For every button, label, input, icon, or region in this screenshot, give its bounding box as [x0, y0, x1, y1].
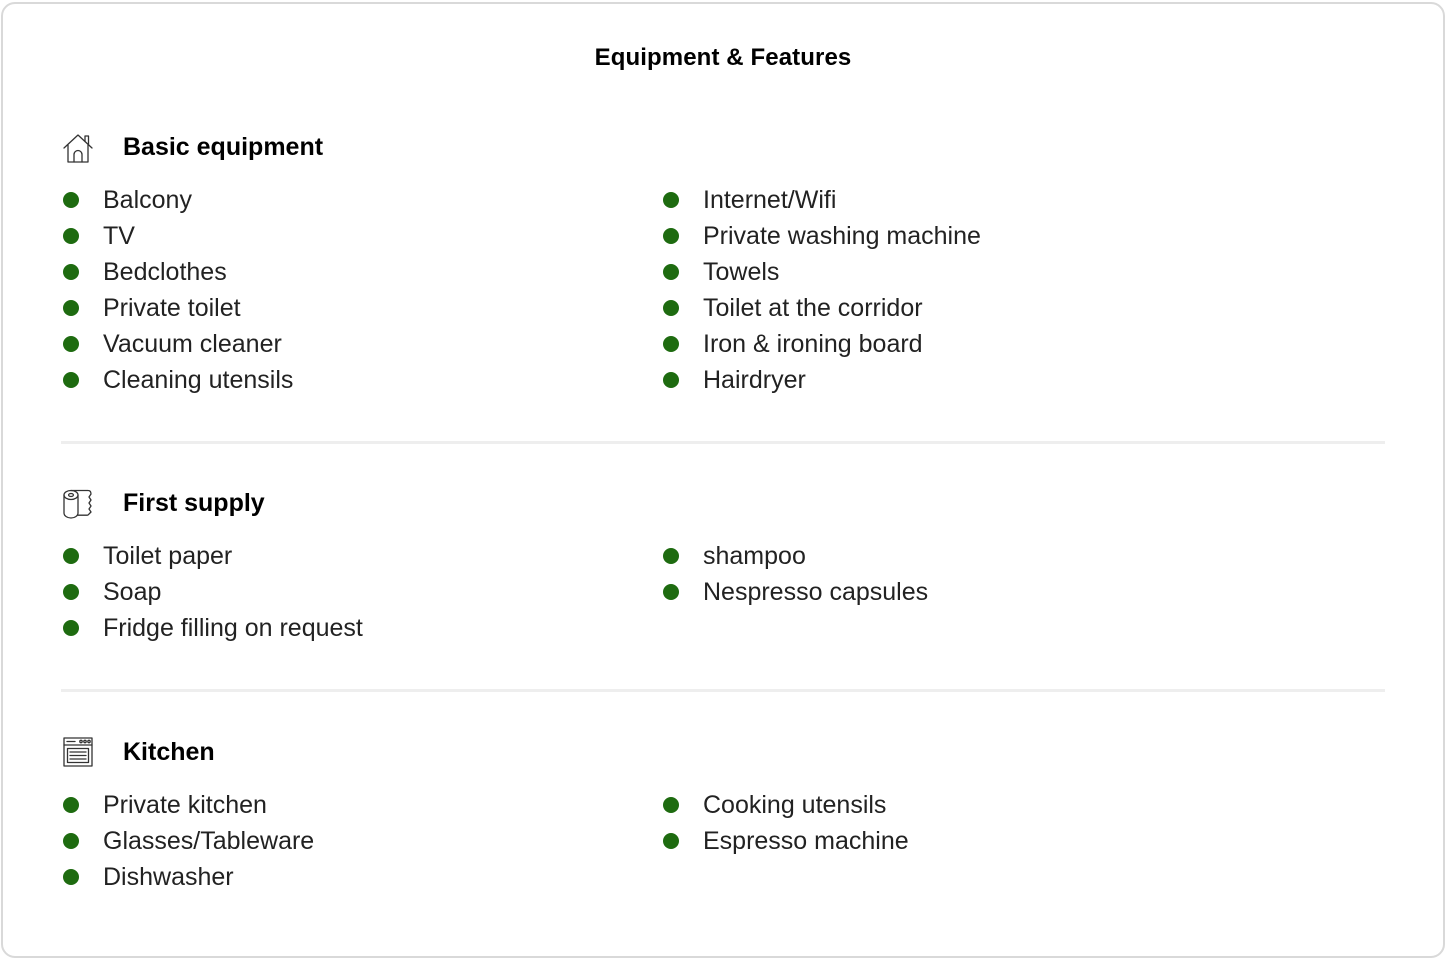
section-title: Basic equipment — [123, 132, 324, 161]
oven-icon — [61, 735, 95, 769]
list-item: Private kitchen — [61, 787, 314, 823]
amenity-label: Espresso machine — [703, 827, 909, 855]
list-item: Hairdryer — [661, 362, 981, 398]
list-item: Bedclothes — [61, 254, 293, 290]
bullet-dot — [63, 548, 79, 564]
amenity-label: Balcony — [103, 186, 192, 214]
card-title: Equipment & Features — [594, 44, 852, 71]
list-item: shampoo — [661, 538, 928, 574]
amenity-label: Internet/Wifi — [703, 186, 837, 214]
list-item: Espresso machine — [661, 823, 909, 859]
bullet-dot — [63, 797, 79, 813]
bullet-dot — [63, 584, 79, 600]
bullet-dot — [663, 372, 679, 388]
amenity-list-right: shampoo Nespresso capsules — [661, 538, 928, 610]
amenity-label: TV — [103, 222, 135, 250]
amenity-list-left: Private kitchen Glasses/Tableware Dishwa… — [61, 787, 314, 895]
amenity-list-right: Cooking utensils Espresso machine — [661, 787, 909, 859]
amenity-label: Hairdryer — [703, 366, 806, 394]
amenity-label: Toilet at the corridor — [703, 294, 923, 322]
bullet-dot — [63, 869, 79, 885]
amenity-label: Vacuum cleaner — [103, 330, 282, 358]
section-header: Basic equipment — [61, 130, 323, 164]
list-item: TV — [61, 218, 293, 254]
bullet-dot — [663, 300, 679, 316]
section-header: Kitchen — [61, 735, 215, 769]
amenity-label: Bedclothes — [103, 258, 227, 286]
amenity-label: Nespresso capsules — [703, 578, 929, 606]
list-item: Nespresso capsules — [661, 574, 928, 610]
amenity-label: Glasses/Tableware — [103, 827, 315, 855]
bullet-dot — [663, 336, 679, 352]
bullet-dot — [663, 228, 679, 244]
section-title: First supply — [123, 488, 265, 517]
amenity-list-left: Toilet paper Soap Fridge filling on requ… — [61, 538, 363, 646]
bullet-dot — [63, 336, 79, 352]
amenity-label: Toilet paper — [103, 542, 233, 570]
amenity-label: Soap — [103, 578, 162, 606]
list-item: Soap — [61, 574, 363, 610]
section-header: First supply — [61, 486, 265, 520]
list-item: Fridge filling on request — [61, 610, 363, 646]
list-item: Iron & ironing board — [661, 326, 981, 362]
bullet-dot — [663, 548, 679, 564]
bullet-dot — [663, 833, 679, 849]
house-icon — [61, 130, 95, 164]
list-item: Balcony — [61, 182, 293, 218]
list-item: Cleaning utensils — [61, 362, 293, 398]
amenity-label: Private kitchen — [103, 791, 267, 819]
bullet-dot — [63, 264, 79, 280]
list-item: Towels — [661, 254, 981, 290]
bullet-dot — [663, 584, 679, 600]
bullet-dot — [63, 300, 79, 316]
amenity-label: Cleaning utensils — [103, 366, 294, 394]
list-item: Cooking utensils — [661, 787, 909, 823]
amenity-label: Private toilet — [103, 294, 241, 322]
amenity-label: Iron & ironing board — [703, 330, 923, 358]
amenity-label: Towels — [703, 258, 780, 286]
amenity-label: shampoo — [703, 542, 806, 570]
list-item: Dishwasher — [61, 859, 314, 895]
list-item: Toilet at the corridor — [661, 290, 981, 326]
list-item: Internet/Wifi — [661, 182, 981, 218]
bullet-dot — [63, 192, 79, 208]
list-item: Glasses/Tableware — [61, 823, 314, 859]
bullet-dot — [63, 620, 79, 636]
bullet-dot — [63, 372, 79, 388]
toilet-paper-icon — [61, 486, 95, 520]
amenity-label: Private washing machine — [703, 222, 981, 250]
bullet-dot — [663, 192, 679, 208]
list-item: Toilet paper — [61, 538, 363, 574]
section-divider — [61, 441, 1385, 444]
amenity-list-left: Balcony TV Bedclothes Private toilet Vac… — [61, 182, 293, 398]
amenity-label: Fridge filling on request — [103, 614, 363, 642]
bullet-dot — [663, 264, 679, 280]
section-title: Kitchen — [123, 737, 215, 766]
list-item: Private toilet — [61, 290, 293, 326]
list-item: Vacuum cleaner — [61, 326, 293, 362]
amenity-label: Dishwasher — [103, 863, 234, 891]
section-divider — [61, 689, 1385, 692]
bullet-dot — [663, 797, 679, 813]
bullet-dot — [63, 228, 79, 244]
amenity-label: Cooking utensils — [703, 791, 887, 819]
amenity-list-right: Internet/Wifi Private washing machine To… — [661, 182, 981, 398]
bullet-dot — [63, 833, 79, 849]
list-item: Private washing machine — [661, 218, 981, 254]
